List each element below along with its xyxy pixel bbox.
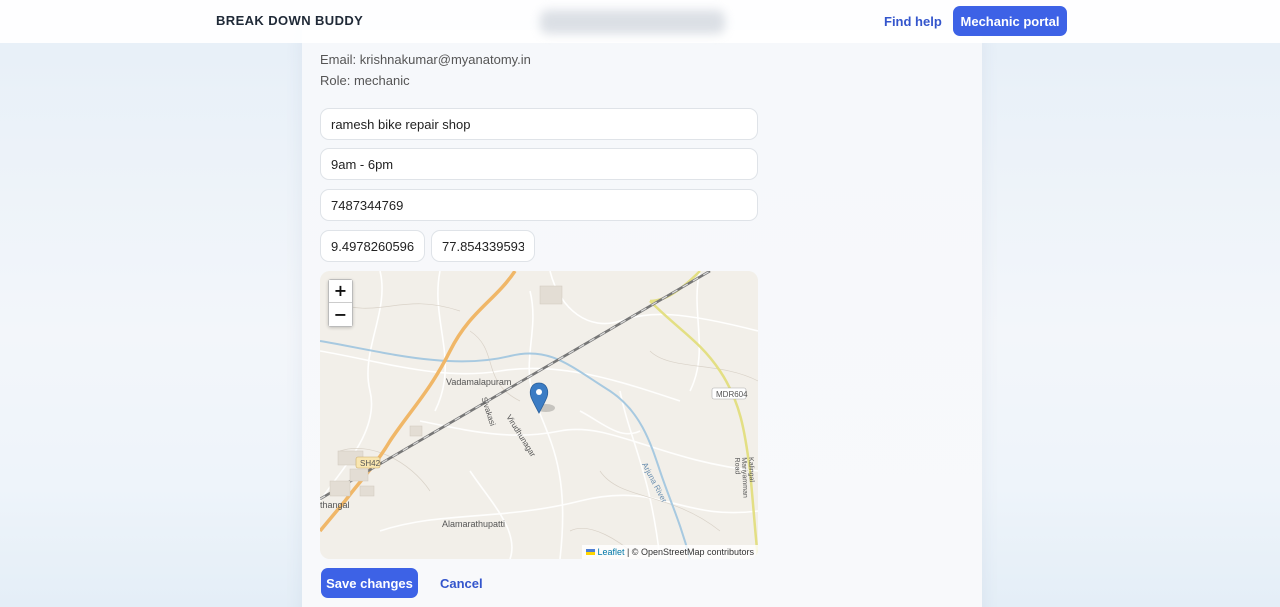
top-navbar: BREAK DOWN BUDDY Find help Mechanic port… (0, 0, 1280, 43)
ukraine-flag-icon (586, 549, 596, 555)
osm-attribution-text: | © OpenStreetMap contributors (624, 547, 754, 557)
phone-input[interactable] (320, 189, 758, 221)
map-label-mdr604: MDR604 (716, 390, 748, 399)
longitude-input[interactable] (431, 230, 535, 262)
mechanic-portal-button[interactable]: Mechanic portal (953, 6, 1067, 36)
map-tiles[interactable] (320, 271, 758, 559)
map-label-alamarathupatti: Alamarathupatti (442, 519, 506, 529)
location-map[interactable]: Vadamalapuram MDR604 SH42 thangal Alamar… (320, 271, 758, 559)
map-label-sh42: SH42 (360, 459, 381, 468)
map-label-vadamalapuram: Vadamalapuram (446, 377, 512, 387)
cancel-button[interactable]: Cancel (440, 576, 483, 591)
map-label-thangal: thangal (320, 500, 350, 510)
save-changes-button[interactable]: Save changes (321, 568, 418, 598)
map-attribution: Leaflet | © OpenStreetMap contributors (582, 545, 758, 559)
map-zoom-control: + − (328, 279, 353, 327)
map-label-kalingal-road: Kalingal Mariyamman Road (733, 457, 755, 498)
blurred-redacted-area (540, 10, 725, 34)
role-text: Role: mechanic (320, 73, 410, 88)
zoom-in-button[interactable]: + (329, 280, 352, 303)
find-help-link[interactable]: Find help (884, 14, 942, 29)
email-text: Email: krishnakumar@myanatomy.in (320, 52, 531, 67)
leaflet-link[interactable]: Leaflet (597, 547, 624, 557)
latitude-input[interactable] (320, 230, 425, 262)
shop-name-input[interactable] (320, 108, 758, 140)
zoom-out-button[interactable]: − (329, 303, 352, 326)
hours-input[interactable] (320, 148, 758, 180)
brand-logo-text[interactable]: BREAK DOWN BUDDY (216, 13, 363, 28)
